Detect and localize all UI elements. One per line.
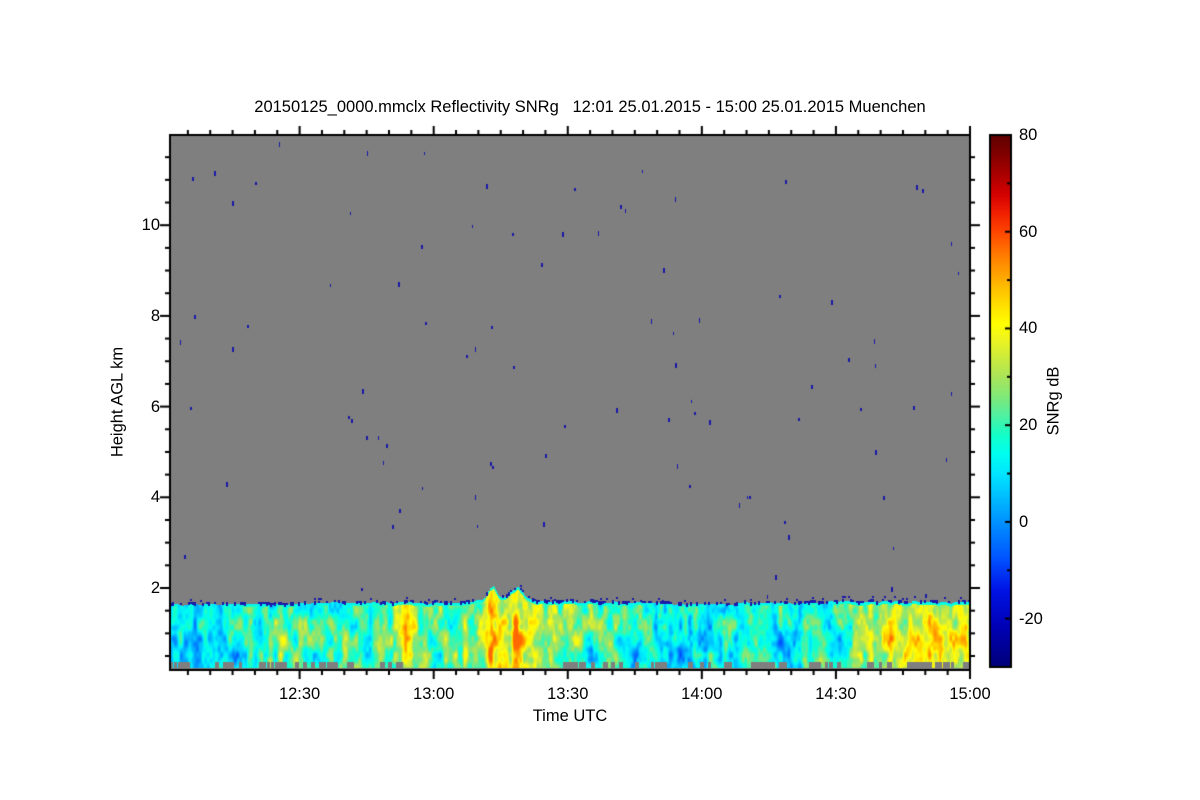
y-tick-label: 4 [150,488,160,507]
x-tick-label: 14:00 [681,685,723,703]
x-tick-label: 12:30 [278,685,321,703]
radar-quicklook-figure: 20150125_0000.mmclx Reflectivity SNRg 12… [0,0,1200,800]
plot-title: 20150125_0000.mmclx Reflectivity SNRg 12… [254,98,926,116]
x-tick-label: 13:30 [547,685,589,703]
colorbar-tick-label: 20 [1019,416,1038,435]
y-tick-label: 2 [150,579,160,597]
x-tick-label: 15:00 [949,685,991,703]
colorbar-label: SNRg dB [1044,366,1063,436]
y-tick-label: 8 [150,306,160,325]
colorbar-tick-label: -20 [1019,609,1043,628]
colorbar-tick-label: 60 [1019,222,1038,241]
colorbar-tick-label: 0 [1019,512,1029,531]
y-tick-label: 10 [141,216,160,235]
plot-area [170,135,970,670]
x-axis-label: Time UTC [532,707,608,725]
x-tick-label: 14:30 [815,685,857,703]
colorbar-tick-label: 40 [1019,319,1038,338]
colorbar-tick-label: 80 [1019,126,1038,144]
x-tick-label: 13:00 [413,685,455,703]
y-tick-label: 6 [150,397,160,416]
